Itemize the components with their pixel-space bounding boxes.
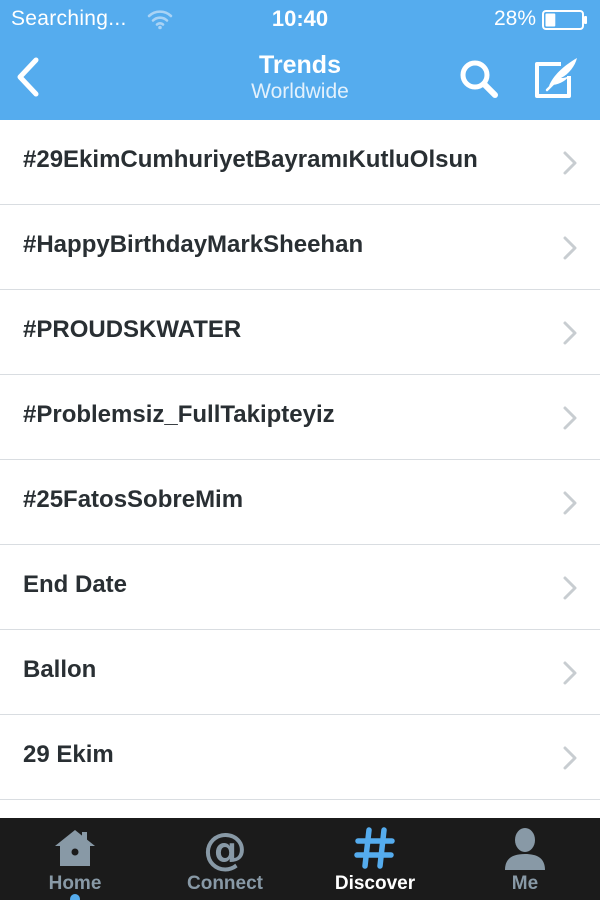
tab-label: Connect (187, 873, 263, 894)
tab-me[interactable]: Me (450, 818, 600, 900)
notification-dot (70, 894, 80, 900)
chevron-right-icon (563, 406, 577, 430)
home-icon (55, 830, 95, 866)
tab-label: Discover (334, 873, 416, 894)
chevron-right-icon (563, 151, 577, 175)
chevron-right-icon (563, 746, 577, 770)
hashtag-icon (354, 827, 395, 869)
tab-discover[interactable]: Discover (300, 818, 450, 900)
tab-bar: Home @ Connect Discover Me (0, 818, 600, 900)
trend-item[interactable]: #PROUDSKWATER (0, 290, 600, 375)
chevron-right-icon (563, 661, 577, 685)
tab-label: Home (48, 873, 102, 894)
battery-percentage: 28% (493, 7, 536, 30)
search-icon (460, 60, 498, 98)
svg-text:@: @ (203, 826, 247, 872)
trend-item-partial[interactable] (0, 800, 600, 818)
tab-home[interactable]: Home (0, 818, 150, 900)
compose-button[interactable] (531, 54, 583, 102)
tab-label: Me (511, 873, 539, 894)
trend-label: #25FatosSobreMim (23, 486, 244, 513)
chevron-right-icon (563, 491, 577, 515)
battery-fill (545, 13, 556, 27)
trend-label: 29 Ekim (23, 741, 114, 768)
chevron-right-icon (563, 321, 577, 345)
page-subtitle: Worldwide (251, 80, 349, 103)
trends-screen: Searching... 10:40 28% Trends Worldwide … (0, 0, 600, 900)
nav-title-group: Trends Worldwide (150, 51, 450, 105)
search-button[interactable] (456, 56, 502, 102)
person-icon (505, 828, 545, 870)
trend-label: End Date (23, 571, 128, 598)
compose-icon (535, 58, 577, 98)
nav-bar: Trends Worldwide (0, 38, 600, 120)
back-button[interactable] (6, 52, 50, 102)
status-bar: Searching... 10:40 28% (0, 0, 600, 38)
battery-icon (542, 10, 587, 30)
trend-item[interactable]: #Problemsiz_FullTakipteyiz (0, 375, 600, 460)
trend-label: #PROUDSKWATER (23, 316, 242, 343)
trend-item[interactable]: #25FatosSobreMim (0, 460, 600, 545)
trend-item[interactable]: #29EkimCumhuriyetBayramıKutluOlsun (0, 120, 600, 205)
tab-connect[interactable]: @ Connect (150, 818, 300, 900)
chevron-right-icon (563, 576, 577, 600)
at-icon: @ (203, 826, 247, 872)
trend-label: #HappyBirthdayMarkSheehan (23, 231, 364, 258)
trend-item[interactable]: Ballon (0, 630, 600, 715)
trend-list: #29EkimCumhuriyetBayramıKutluOlsun #Happ… (0, 120, 600, 818)
trend-item[interactable]: End Date (0, 545, 600, 630)
trend-item[interactable]: #HappyBirthdayMarkSheehan (0, 205, 600, 290)
trend-label: Ballon (23, 656, 97, 683)
page-title: Trends (259, 51, 341, 79)
chevron-right-icon (563, 236, 577, 260)
trend-label: #Problemsiz_FullTakipteyiz (23, 401, 335, 428)
trend-label: #29EkimCumhuriyetBayramıKutluOlsun (23, 146, 478, 173)
trend-item[interactable]: 29 Ekim (0, 715, 600, 800)
chevron-left-icon (17, 57, 39, 97)
header: Searching... 10:40 28% Trends Worldwide (0, 0, 600, 120)
